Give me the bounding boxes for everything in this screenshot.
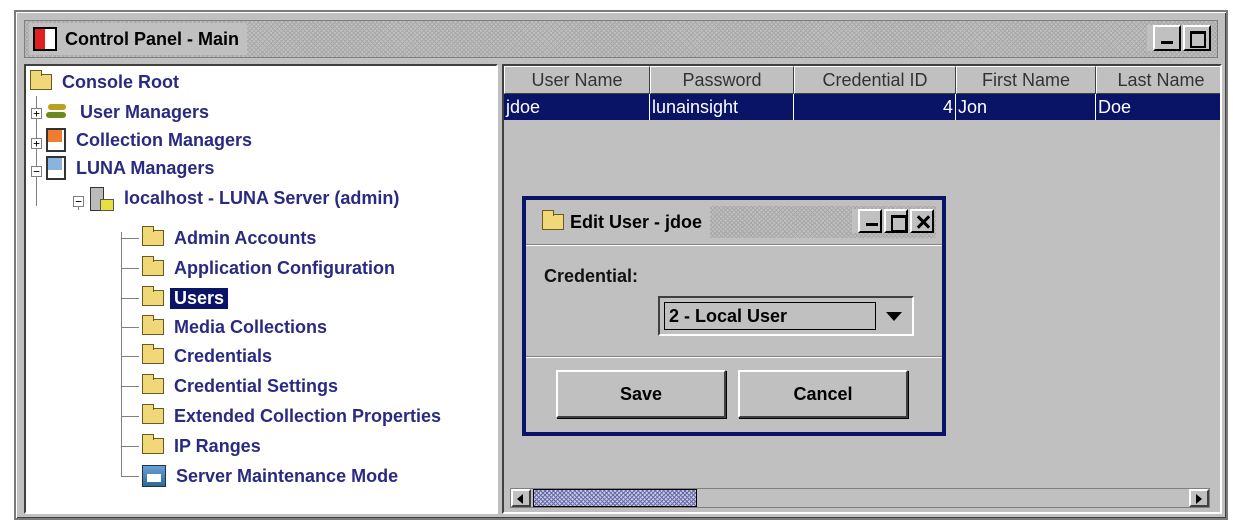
folder-icon (142, 404, 164, 424)
expand-user-managers[interactable]: + (31, 108, 42, 119)
tree-node-luna-managers[interactable]: LUNA Managers (46, 154, 218, 182)
column-header-credential-id[interactable]: Credential ID (794, 66, 956, 94)
maintenance-icon (142, 465, 166, 487)
user-managers-icon (46, 102, 70, 122)
save-button[interactable]: Save (556, 370, 726, 418)
tree-node-admin-accounts[interactable]: Admin Accounts (142, 224, 320, 252)
collapse-luna-managers[interactable]: − (31, 166, 42, 177)
tree-node-ip-ranges[interactable]: IP Ranges (142, 432, 265, 460)
folder-icon (142, 434, 164, 454)
folder-icon (142, 315, 164, 335)
folder-icon (142, 226, 164, 246)
column-header-first-name[interactable]: First Name (956, 66, 1096, 94)
divider (526, 244, 942, 246)
collection-managers-icon (46, 128, 66, 152)
folder-icon (30, 70, 52, 90)
tree-node-media-collections[interactable]: Media Collections (142, 313, 331, 341)
tree-node-user-managers[interactable]: User Managers (46, 98, 213, 126)
folder-icon (142, 374, 164, 394)
dialog-title-bar[interactable]: Edit User - jdoe (532, 206, 936, 238)
tree-node-credential-settings[interactable]: Credential Settings (142, 372, 342, 400)
expand-collection-managers[interactable]: + (31, 138, 42, 149)
tree-node-collection-managers[interactable]: Collection Managers (46, 126, 256, 154)
edit-user-dialog: Edit User - jdoe Credential: 2 - Local U… (522, 196, 946, 436)
cell-first-name: Jon (956, 94, 1096, 120)
dialog-maximize-button[interactable] (884, 209, 908, 233)
dialog-minimize-button[interactable] (858, 209, 882, 233)
cell-user-name: jdoe (504, 94, 650, 120)
app-icon (33, 27, 57, 51)
tree-node-users[interactable]: Users (142, 284, 229, 312)
cell-credential-id: 4 (794, 94, 956, 120)
folder-icon (142, 286, 164, 306)
tree-node-credentials[interactable]: Credentials (142, 342, 276, 370)
credential-label: Credential: (544, 266, 639, 286)
folder-icon (142, 344, 164, 364)
cell-last-name: Doe (1098, 97, 1132, 117)
scroll-right-arrow-icon[interactable] (1189, 489, 1209, 507)
divider (526, 356, 942, 358)
table-row[interactable]: jdoe lunainsight 4 Jon Doe (504, 94, 1220, 120)
title-bar[interactable]: Control Panel - Main (24, 20, 1218, 58)
chevron-down-icon[interactable] (886, 312, 902, 321)
tree-node-console-root[interactable]: Console Root (30, 68, 183, 96)
credential-select-value: 2 - Local User (664, 302, 876, 330)
scroll-left-arrow-icon[interactable] (511, 489, 531, 507)
maximize-button[interactable] (1183, 25, 1211, 51)
dialog-close-button[interactable] (910, 209, 934, 233)
column-header-user-name[interactable]: User Name (504, 66, 650, 94)
folder-icon (542, 210, 564, 230)
column-header-password[interactable]: Password (650, 66, 794, 94)
tree-node-server-maintenance-mode[interactable]: Server Maintenance Mode (142, 462, 402, 490)
cell-password: lunainsight (650, 94, 794, 120)
minimize-button[interactable] (1153, 25, 1181, 51)
column-header-last-name[interactable]: Last Name (1096, 66, 1220, 94)
collapse-server[interactable]: − (73, 196, 84, 207)
console-tree[interactable]: Console Root + User Managers + Collectio… (24, 64, 498, 514)
scrollbar-thumb[interactable] (533, 489, 697, 507)
window-title: Control Panel - Main (65, 28, 240, 49)
dialog-title: Edit User - jdoe (570, 211, 703, 232)
horizontal-scrollbar[interactable] (510, 488, 1210, 508)
server-icon (88, 185, 114, 211)
tree-node-extended-collection-properties[interactable]: Extended Collection Properties (142, 402, 445, 430)
table-header: User Name Password Credential ID First N… (504, 66, 1220, 94)
credential-select[interactable]: 2 - Local User (658, 296, 914, 336)
tree-node-luna-server[interactable]: localhost - LUNA Server (admin) (88, 184, 403, 212)
folder-icon (142, 256, 164, 276)
luna-managers-icon (46, 156, 66, 180)
tree-node-application-configuration[interactable]: Application Configuration (142, 254, 399, 282)
cancel-button[interactable]: Cancel (738, 370, 908, 418)
